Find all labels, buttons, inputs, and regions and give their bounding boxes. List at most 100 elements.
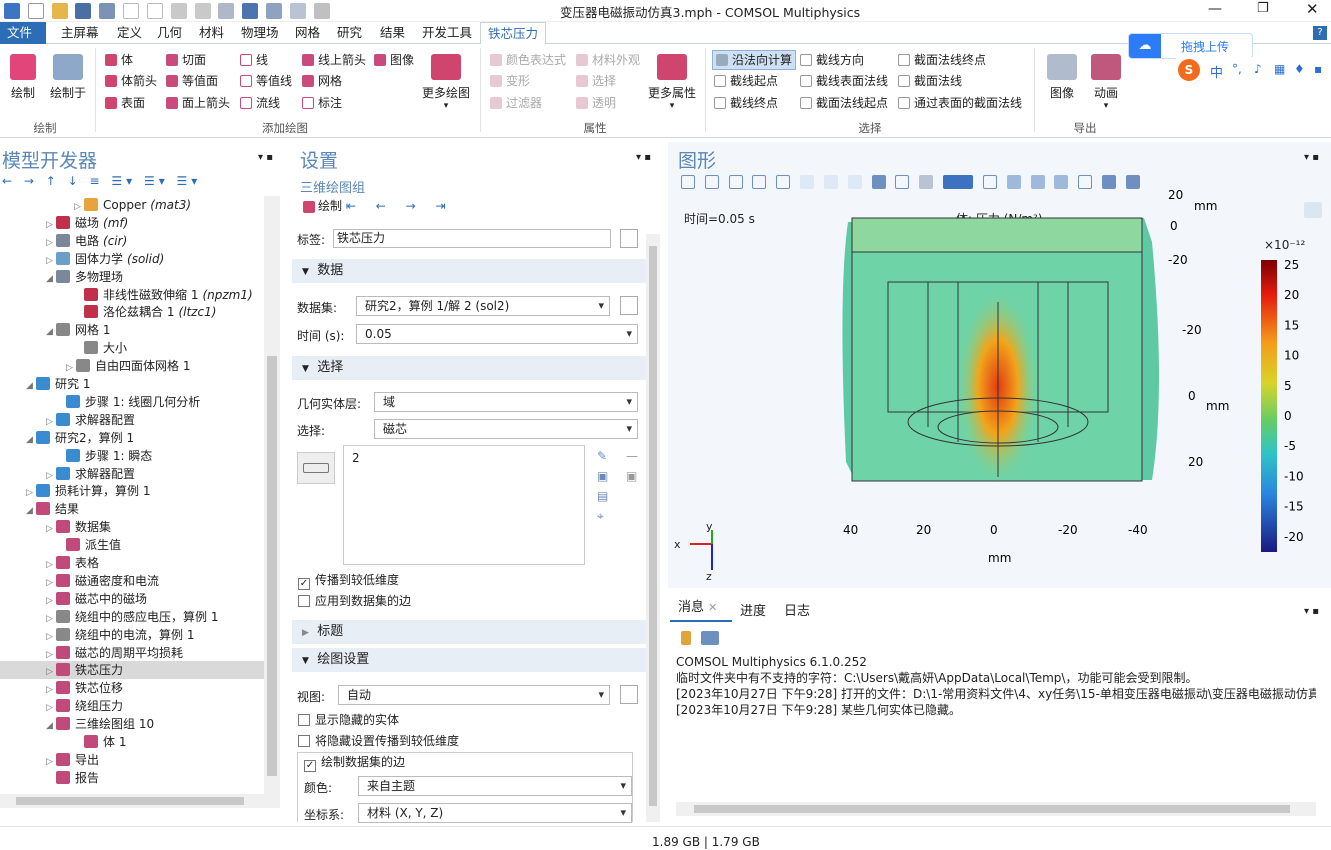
tree-item[interactable]: 体 1 [0, 733, 264, 751]
tree-item[interactable]: ▷ 磁芯中的磁场 [0, 590, 264, 608]
dataset-goto-icon[interactable] [620, 296, 638, 315]
attr-selection-button[interactable]: 选择 [576, 73, 616, 89]
cut-plane-normal-start-button[interactable]: 截面法线起点 [800, 95, 888, 111]
menu-geometry[interactable]: 几何 [150, 22, 189, 44]
tree-item[interactable]: 大小 [0, 339, 264, 357]
show-hidden-checkbox[interactable]: 显示隐藏的实体 [298, 712, 399, 728]
messages-scroll-thumb[interactable] [694, 805, 1290, 813]
add-slice-button[interactable]: 切面 [166, 52, 206, 68]
tree-item[interactable]: 步骤 1: 瞬态 [0, 447, 264, 465]
panel-menu-icon[interactable]: ▾ ▪ [258, 152, 273, 163]
tree-item[interactable]: ◢ 研究 1 [0, 375, 264, 393]
view-goto-icon[interactable] [620, 685, 638, 704]
tree-hscroll-thumb[interactable] [16, 797, 244, 805]
add-arrow-surface-button[interactable]: 面上箭头 [166, 95, 230, 111]
graphics-side-icon[interactable] [1304, 202, 1322, 218]
menu-grid-icon[interactable]: ▪ [1314, 62, 1322, 76]
tree-item[interactable]: ◢ 三维绘图组 10 [0, 715, 264, 733]
time-select[interactable]: 0.05 [356, 324, 638, 344]
help-icon[interactable]: ? [1313, 26, 1327, 40]
label-reset-icon[interactable] [620, 229, 638, 248]
selection-tools[interactable]: ✎ ▣ ▤ ⌖ [597, 446, 608, 526]
tree-vertical-scrollbar[interactable] [264, 196, 280, 794]
ime-toolbar[interactable]: S 中 °, ♪ ▦ ♦ ▪ [1176, 57, 1331, 83]
settings-plot-button[interactable]: 绘制 ⇤ ← → ⇥ [300, 197, 454, 214]
tools-icon[interactable] [289, 3, 306, 19]
label-input[interactable]: 铁芯压力 [333, 229, 611, 248]
tree-item[interactable]: ▷ 铁芯压力 [0, 661, 264, 680]
selection-list[interactable]: 2 [343, 445, 585, 565]
plot-button[interactable]: 绘制 [6, 54, 40, 101]
tree-item[interactable]: 报告 [0, 769, 264, 787]
punct-icon[interactable]: °, [1232, 62, 1242, 76]
add-image-button[interactable]: 图像 [374, 52, 414, 68]
tree-item[interactable]: ▷ 电路 (cir) [0, 232, 264, 250]
minimize-button[interactable]: — [1208, 1, 1222, 17]
tree-item[interactable]: ▷ 磁场 (mf) [0, 214, 264, 232]
menu-results[interactable]: 结果 [373, 22, 412, 44]
tree-item[interactable]: ▷ 求解器配置 [0, 465, 264, 483]
menu-file[interactable]: 文件 [0, 22, 46, 44]
tree-item[interactable]: ▷ 自由四面体网格 1 [0, 357, 264, 375]
skin-icon[interactable]: ♦ [1294, 62, 1305, 76]
selection-select[interactable]: 磁芯 [374, 419, 638, 439]
clear-icon[interactable] [681, 630, 691, 645]
tree-item[interactable]: ▷ 导出 [0, 751, 264, 769]
plot-edges-checkbox[interactable]: ✓ 绘制数据集的边 [304, 754, 409, 772]
tree-item[interactable]: ▷ 绕组中的电流，算例 1 [0, 626, 264, 644]
tree-item[interactable]: 步骤 1: 线圈几何分析 [0, 393, 264, 411]
settings-vertical-scrollbar[interactable] [646, 234, 660, 822]
section-title[interactable]: ▶ 标题 [292, 620, 646, 644]
duplicate-icon[interactable] [218, 3, 235, 19]
open-folder-icon[interactable] [51, 3, 68, 19]
transformer-core-model[interactable] [842, 217, 1159, 482]
menu-core-pressure[interactable]: 铁芯压力 [480, 22, 547, 44]
tree-scroll-thumb[interactable] [267, 356, 277, 776]
plot-in-button[interactable]: 绘制于 [46, 54, 90, 101]
tree-item[interactable]: ▷ 损耗计算，算例 1 [0, 482, 264, 500]
color-select[interactable]: 来自主题 [358, 776, 632, 796]
paste-icon[interactable] [194, 3, 211, 19]
section-data[interactable]: ▼ 数据 [292, 259, 646, 283]
new-file-icon[interactable] [27, 3, 44, 19]
graphics-canvas[interactable]: 25 20 15 10 5 0 -5 -10 -15 -20 40 20 0 -20 -40 mm 20 0 -2… [668, 142, 1331, 588]
cut-plane-through-surface-button[interactable]: 通过表面的截面法线 [898, 95, 1022, 111]
cut-line-end-button[interactable]: 截线终点 [714, 95, 778, 111]
more-attributes-button[interactable]: 更多属性 ▾ [646, 54, 698, 111]
add-streamline-button[interactable]: 流线 [240, 95, 280, 111]
menu-home[interactable]: 主屏幕 [54, 22, 106, 44]
cut-plane-normal-button[interactable]: 截面法线 [898, 73, 962, 89]
save-icon[interactable] [75, 3, 92, 19]
normal-compute-button[interactable]: 沿法向计算 [712, 50, 797, 70]
settings-panel-menu-icon[interactable]: ▾ ▪ [636, 152, 651, 163]
material-appearance-button[interactable]: 材料外观 [576, 52, 640, 68]
save-as-icon[interactable] [99, 3, 116, 19]
section-plot-settings[interactable]: ▼ 绘图设置 [292, 648, 646, 672]
add-annotation-button[interactable]: 标注 [302, 95, 342, 111]
tree-item[interactable]: ▷ 求解器配置 [0, 411, 264, 429]
more-plots-button[interactable]: 更多绘图 ▾ [420, 54, 472, 111]
menu-physics[interactable]: 物理场 [234, 22, 286, 44]
dataset-select[interactable]: 研究2，算例 1/解 2 (sol2) [356, 296, 610, 316]
animation-button[interactable]: 动画 ▾ [1086, 54, 1126, 111]
add-mesh-button[interactable]: 网格 [302, 73, 342, 89]
tree-item[interactable]: ▷ 绕组压力 [0, 697, 264, 715]
tab-progress[interactable]: 进度 [740, 600, 766, 619]
active-toggle-button[interactable] [297, 452, 335, 484]
add-arrow-line-button[interactable]: 线上箭头 [302, 52, 366, 68]
propagate-hidden-checkbox[interactable]: 将隐藏设置传播到较低维度 [298, 733, 459, 749]
cut-line-surface-normal-button[interactable]: 截线表面法线 [800, 73, 888, 89]
add-contour-button[interactable]: 等值线 [240, 73, 292, 89]
selection-list-item[interactable]: 2 [352, 451, 360, 465]
cut-plane-normal-end-button[interactable]: 截面法线终点 [898, 52, 986, 68]
mic-icon[interactable]: ♪ [1254, 62, 1262, 76]
undo-icon[interactable] [123, 3, 140, 19]
tree-item[interactable]: ▷ 铁芯位移 [0, 679, 264, 697]
settings-scroll-thumb[interactable] [649, 246, 657, 806]
tree-item[interactable]: ◢ 多物理场 [0, 268, 264, 286]
tree-item[interactable]: ▷ 表格 [0, 554, 264, 572]
geometric-entity-select[interactable]: 域 [374, 392, 638, 412]
restore-button[interactable]: ❐ [1257, 1, 1269, 16]
propagate-checkbox[interactable]: ✓ 传播到较低维度 [298, 572, 399, 590]
close-button[interactable]: ✕ [1306, 0, 1319, 18]
